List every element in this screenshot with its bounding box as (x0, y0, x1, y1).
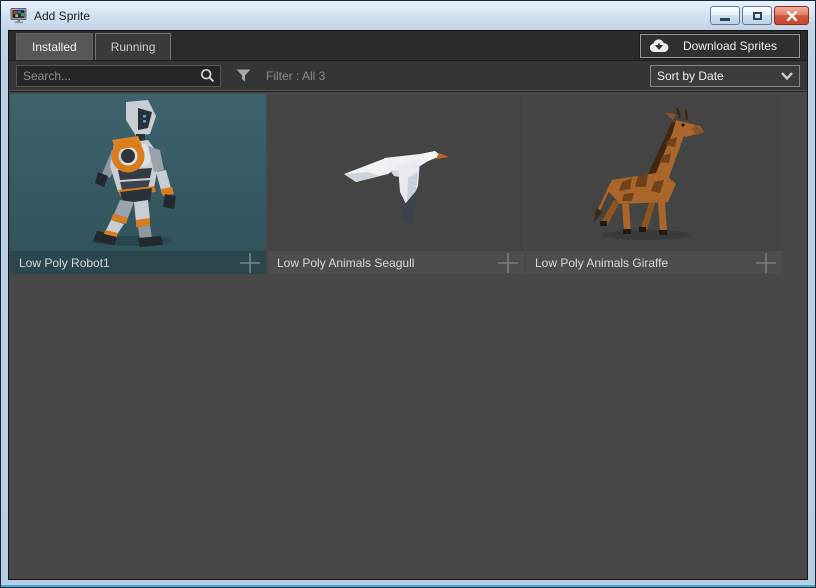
sprite-card-robot1[interactable]: Low Poly Robot1 (10, 94, 266, 274)
add-sprite-window: Add Sprite Installed Running Download Sp… (0, 0, 816, 588)
window-title: Add Sprite (34, 9, 90, 23)
download-sprites-button[interactable]: Download Sprites (640, 34, 800, 58)
sprite-name: Low Poly Robot1 (19, 256, 110, 270)
sprite-name: Low Poly Animals Seagull (277, 256, 414, 270)
maximize-icon (753, 12, 762, 20)
filter-funnel-icon (236, 69, 251, 82)
sprite-card-giraffe[interactable]: Low Poly Animals Giraffe (526, 94, 782, 274)
tab-installed[interactable]: Installed (16, 33, 93, 60)
sprite-name: Low Poly Animals Giraffe (535, 256, 668, 270)
toolbar: Filter : All 3 Sort by Date (9, 61, 807, 91)
add-sprite-button[interactable] (495, 251, 521, 274)
sprite-label-bar: Low Poly Animals Giraffe (526, 251, 782, 274)
add-sprite-button[interactable] (237, 251, 263, 274)
plus-icon (239, 252, 261, 274)
sprite-label-bar: Low Poly Animals Seagull (268, 251, 524, 274)
filter-button[interactable] (236, 69, 251, 82)
tab-running[interactable]: Running (95, 33, 172, 60)
sort-dropdown[interactable]: Sort by Date (650, 65, 800, 87)
maximize-button[interactable] (742, 6, 772, 25)
plus-icon (497, 252, 519, 274)
robot-preview-image (10, 94, 266, 251)
sort-dropdown-value: Sort by Date (657, 69, 781, 83)
chevron-down-icon (781, 72, 793, 80)
window-controls (710, 6, 809, 25)
plus-icon (755, 252, 777, 274)
add-sprite-button[interactable] (753, 251, 779, 274)
app-icon (10, 8, 28, 24)
search-button[interactable] (194, 68, 220, 83)
search-icon (200, 68, 215, 83)
titlebar: Add Sprite (1, 1, 815, 30)
search-box (16, 65, 221, 87)
minimize-button[interactable] (710, 6, 740, 25)
search-input[interactable] (17, 66, 194, 86)
giraffe-preview-image (526, 94, 782, 251)
sprite-grid: Low Poly Robot1 (10, 94, 807, 274)
seagull-preview-image (268, 94, 524, 251)
client-area: Installed Running Download Sprites (8, 30, 808, 580)
filter-status-label: Filter : All 3 (266, 69, 325, 83)
sprite-card-seagull[interactable]: Low Poly Animals Seagull (268, 94, 524, 274)
close-icon (786, 11, 798, 21)
sprite-list-panel: Low Poly Robot1 (9, 91, 807, 579)
cloud-download-icon (649, 39, 669, 53)
sprite-label-bar: Low Poly Robot1 (10, 251, 266, 274)
tab-bar: Installed Running Download Sprites (9, 31, 807, 61)
download-sprites-label: Download Sprites (669, 39, 791, 53)
close-button[interactable] (774, 6, 809, 25)
minimize-icon (720, 18, 730, 21)
